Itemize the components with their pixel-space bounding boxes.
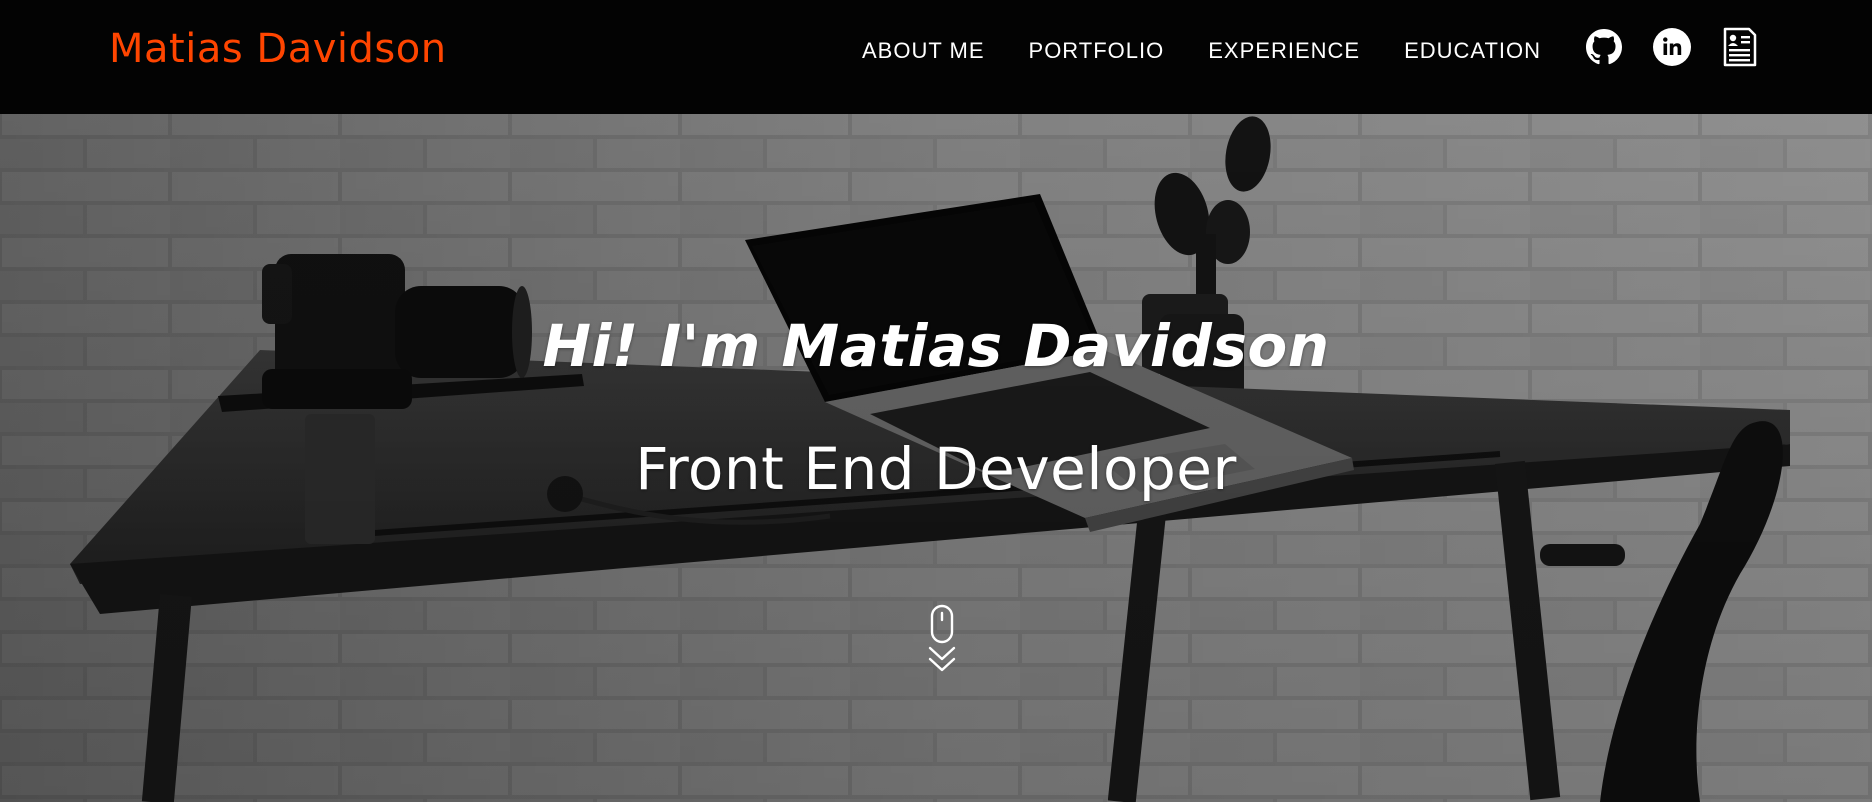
nav-link-education[interactable]: EDUCATION <box>1404 38 1541 64</box>
navbar: Matias Davidson ABOUT ME PORTFOLIO EXPER… <box>0 0 1872 114</box>
nav-link-experience[interactable]: EXPERIENCE <box>1208 38 1360 64</box>
hero-greeting: Hi! I'm Matias Davidson <box>542 312 1330 380</box>
hero-section: Hi! I'm Matias Davidson Front End Develo… <box>0 114 1872 802</box>
social-links <box>1585 27 1759 67</box>
main-nav: ABOUT ME PORTFOLIO EXPERIENCE EDUCATION <box>862 38 1541 64</box>
nav-link-about-me[interactable]: ABOUT ME <box>862 38 985 64</box>
brand-logo-link[interactable]: Matias Davidson <box>109 26 447 72</box>
mouse-scroll-down-icon[interactable] <box>924 604 960 684</box>
nav-link-portfolio[interactable]: PORTFOLIO <box>1029 38 1165 64</box>
github-icon[interactable] <box>1585 28 1623 66</box>
hero-role-title: Front End Developer <box>635 435 1237 503</box>
resume-icon[interactable] <box>1721 27 1759 67</box>
linkedin-icon[interactable] <box>1653 28 1691 66</box>
